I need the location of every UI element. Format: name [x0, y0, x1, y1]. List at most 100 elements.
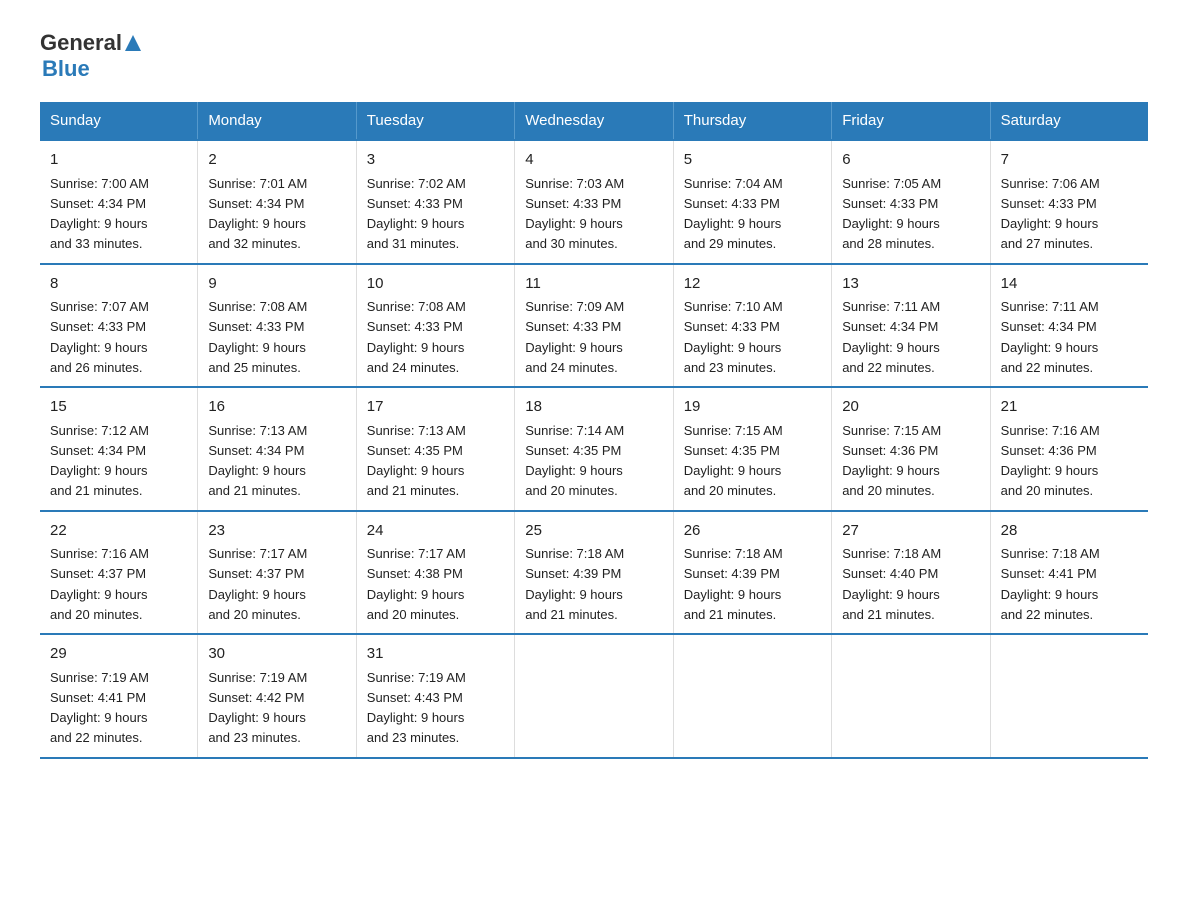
day-number: 11: [525, 273, 662, 296]
day-number: 8: [50, 273, 187, 296]
day-info: Sunrise: 7:05 AMSunset: 4:33 PMDaylight:…: [842, 176, 941, 252]
day-info: Sunrise: 7:18 AMSunset: 4:41 PMDaylight:…: [1001, 546, 1100, 622]
day-number: 2: [208, 149, 345, 172]
calendar-cell: 14Sunrise: 7:11 AMSunset: 4:34 PMDayligh…: [990, 264, 1148, 388]
day-info: Sunrise: 7:08 AMSunset: 4:33 PMDaylight:…: [208, 299, 307, 375]
calendar-cell: [515, 634, 673, 758]
day-number: 12: [684, 273, 821, 296]
day-info: Sunrise: 7:13 AMSunset: 4:35 PMDaylight:…: [367, 423, 466, 499]
day-info: Sunrise: 7:00 AMSunset: 4:34 PMDaylight:…: [50, 176, 149, 252]
day-info: Sunrise: 7:16 AMSunset: 4:37 PMDaylight:…: [50, 546, 149, 622]
day-number: 21: [1001, 396, 1138, 419]
day-number: 1: [50, 149, 187, 172]
calendar-header-sunday: Sunday: [40, 102, 198, 140]
day-info: Sunrise: 7:17 AMSunset: 4:38 PMDaylight:…: [367, 546, 466, 622]
calendar-cell: 4 Sunrise: 7:03 AMSunset: 4:33 PMDaylight…: [515, 140, 673, 264]
calendar-cell: 12 Sunrise: 7:10 AMSunset: 4:33 PMDayligh…: [673, 264, 831, 388]
day-info: Sunrise: 7:19 AMSunset: 4:41 PMDaylight:…: [50, 670, 149, 746]
calendar-cell: 3Sunrise: 7:02 AMSunset: 4:33 PMDaylight…: [356, 140, 514, 264]
calendar-header-thursday: Thursday: [673, 102, 831, 140]
day-number: 10: [367, 273, 504, 296]
logo-general-text: General: [40, 30, 122, 56]
calendar-cell: 13Sunrise: 7:11 AMSunset: 4:34 PMDayligh…: [832, 264, 990, 388]
calendar-cell: 28 Sunrise: 7:18 AMSunset: 4:41 PMDayligh…: [990, 511, 1148, 635]
day-number: 20: [842, 396, 979, 419]
calendar-cell: 8 Sunrise: 7:07 AMSunset: 4:33 PMDaylight…: [40, 264, 198, 388]
day-number: 17: [367, 396, 504, 419]
day-info: Sunrise: 7:04 AMSunset: 4:33 PMDaylight:…: [684, 176, 783, 252]
day-number: 31: [367, 643, 504, 666]
calendar-cell: 1 Sunrise: 7:00 AMSunset: 4:34 PMDaylight…: [40, 140, 198, 264]
day-info: Sunrise: 7:18 AMSunset: 4:39 PMDaylight:…: [684, 546, 783, 622]
logo-blue-text: Blue: [42, 56, 90, 82]
day-number: 29: [50, 643, 187, 666]
day-info: Sunrise: 7:15 AMSunset: 4:36 PMDaylight:…: [842, 423, 941, 499]
day-info: Sunrise: 7:19 AMSunset: 4:43 PMDaylight:…: [367, 670, 466, 746]
calendar-cell: 16 Sunrise: 7:13 AMSunset: 4:34 PMDayligh…: [198, 387, 356, 511]
day-info: Sunrise: 7:03 AMSunset: 4:33 PMDaylight:…: [525, 176, 624, 252]
day-number: 22: [50, 520, 187, 543]
calendar-cell: 25Sunrise: 7:18 AMSunset: 4:39 PMDayligh…: [515, 511, 673, 635]
calendar-cell: 2 Sunrise: 7:01 AMSunset: 4:34 PMDaylight…: [198, 140, 356, 264]
calendar-header-saturday: Saturday: [990, 102, 1148, 140]
calendar-week-row: 15Sunrise: 7:12 AMSunset: 4:34 PMDayligh…: [40, 387, 1148, 511]
day-number: 5: [684, 149, 821, 172]
day-number: 19: [684, 396, 821, 419]
day-info: Sunrise: 7:15 AMSunset: 4:35 PMDaylight:…: [684, 423, 783, 499]
calendar-cell: 7 Sunrise: 7:06 AMSunset: 4:33 PMDaylight…: [990, 140, 1148, 264]
day-info: Sunrise: 7:17 AMSunset: 4:37 PMDaylight:…: [208, 546, 307, 622]
calendar-cell: 21Sunrise: 7:16 AMSunset: 4:36 PMDayligh…: [990, 387, 1148, 511]
day-number: 27: [842, 520, 979, 543]
calendar-cell: [832, 634, 990, 758]
day-info: Sunrise: 7:18 AMSunset: 4:40 PMDaylight:…: [842, 546, 941, 622]
day-info: Sunrise: 7:08 AMSunset: 4:33 PMDaylight:…: [367, 299, 466, 375]
day-info: Sunrise: 7:11 AMSunset: 4:34 PMDaylight:…: [1001, 299, 1099, 375]
calendar-cell: 20 Sunrise: 7:15 AMSunset: 4:36 PMDayligh…: [832, 387, 990, 511]
calendar-table: SundayMondayTuesdayWednesdayThursdayFrid…: [40, 102, 1148, 759]
calendar-cell: 30Sunrise: 7:19 AMSunset: 4:42 PMDayligh…: [198, 634, 356, 758]
day-info: Sunrise: 7:07 AMSunset: 4:33 PMDaylight:…: [50, 299, 149, 375]
day-number: 18: [525, 396, 662, 419]
day-number: 16: [208, 396, 345, 419]
day-number: 9: [208, 273, 345, 296]
calendar-cell: 17 Sunrise: 7:13 AMSunset: 4:35 PMDayligh…: [356, 387, 514, 511]
day-number: 3: [367, 149, 504, 172]
calendar-cell: 18 Sunrise: 7:14 AMSunset: 4:35 PMDayligh…: [515, 387, 673, 511]
calendar-cell: 27 Sunrise: 7:18 AMSunset: 4:40 PMDayligh…: [832, 511, 990, 635]
calendar-cell: 11 Sunrise: 7:09 AMSunset: 4:33 PMDayligh…: [515, 264, 673, 388]
day-info: Sunrise: 7:06 AMSunset: 4:33 PMDaylight:…: [1001, 176, 1100, 252]
logo: General Blue: [40, 30, 141, 82]
calendar-cell: 6 Sunrise: 7:05 AMSunset: 4:33 PMDaylight…: [832, 140, 990, 264]
calendar-cell: [990, 634, 1148, 758]
calendar-week-row: 29 Sunrise: 7:19 AMSunset: 4:41 PMDayligh…: [40, 634, 1148, 758]
calendar-header-friday: Friday: [832, 102, 990, 140]
calendar-cell: 9 Sunrise: 7:08 AMSunset: 4:33 PMDaylight…: [198, 264, 356, 388]
day-info: Sunrise: 7:14 AMSunset: 4:35 PMDaylight:…: [525, 423, 624, 499]
day-info: Sunrise: 7:18 AMSunset: 4:39 PMDaylight:…: [525, 546, 624, 622]
day-number: 13: [842, 273, 979, 296]
calendar-cell: 26 Sunrise: 7:18 AMSunset: 4:39 PMDayligh…: [673, 511, 831, 635]
day-info: Sunrise: 7:01 AMSunset: 4:34 PMDaylight:…: [208, 176, 307, 252]
calendar-cell: 24 Sunrise: 7:17 AMSunset: 4:38 PMDayligh…: [356, 511, 514, 635]
day-info: Sunrise: 7:19 AMSunset: 4:42 PMDaylight:…: [208, 670, 307, 746]
day-number: 24: [367, 520, 504, 543]
day-info: Sunrise: 7:10 AMSunset: 4:33 PMDaylight:…: [684, 299, 783, 375]
calendar-week-row: 8 Sunrise: 7:07 AMSunset: 4:33 PMDaylight…: [40, 264, 1148, 388]
calendar-cell: 5 Sunrise: 7:04 AMSunset: 4:33 PMDaylight…: [673, 140, 831, 264]
day-number: 26: [684, 520, 821, 543]
calendar-header-monday: Monday: [198, 102, 356, 140]
calendar-header-wednesday: Wednesday: [515, 102, 673, 140]
day-number: 7: [1001, 149, 1138, 172]
day-info: Sunrise: 7:13 AMSunset: 4:34 PMDaylight:…: [208, 423, 307, 499]
day-number: 6: [842, 149, 979, 172]
calendar-week-row: 22 Sunrise: 7:16 AMSunset: 4:37 PMDayligh…: [40, 511, 1148, 635]
day-info: Sunrise: 7:12 AMSunset: 4:34 PMDaylight:…: [50, 423, 149, 499]
calendar-cell: 23 Sunrise: 7:17 AMSunset: 4:37 PMDayligh…: [198, 511, 356, 635]
day-number: 4: [525, 149, 662, 172]
calendar-cell: 29 Sunrise: 7:19 AMSunset: 4:41 PMDayligh…: [40, 634, 198, 758]
day-info: Sunrise: 7:09 AMSunset: 4:33 PMDaylight:…: [525, 299, 624, 375]
logo-triangle-icon: [125, 33, 141, 56]
day-number: 28: [1001, 520, 1138, 543]
calendar-cell: 10 Sunrise: 7:08 AMSunset: 4:33 PMDayligh…: [356, 264, 514, 388]
day-number: 23: [208, 520, 345, 543]
